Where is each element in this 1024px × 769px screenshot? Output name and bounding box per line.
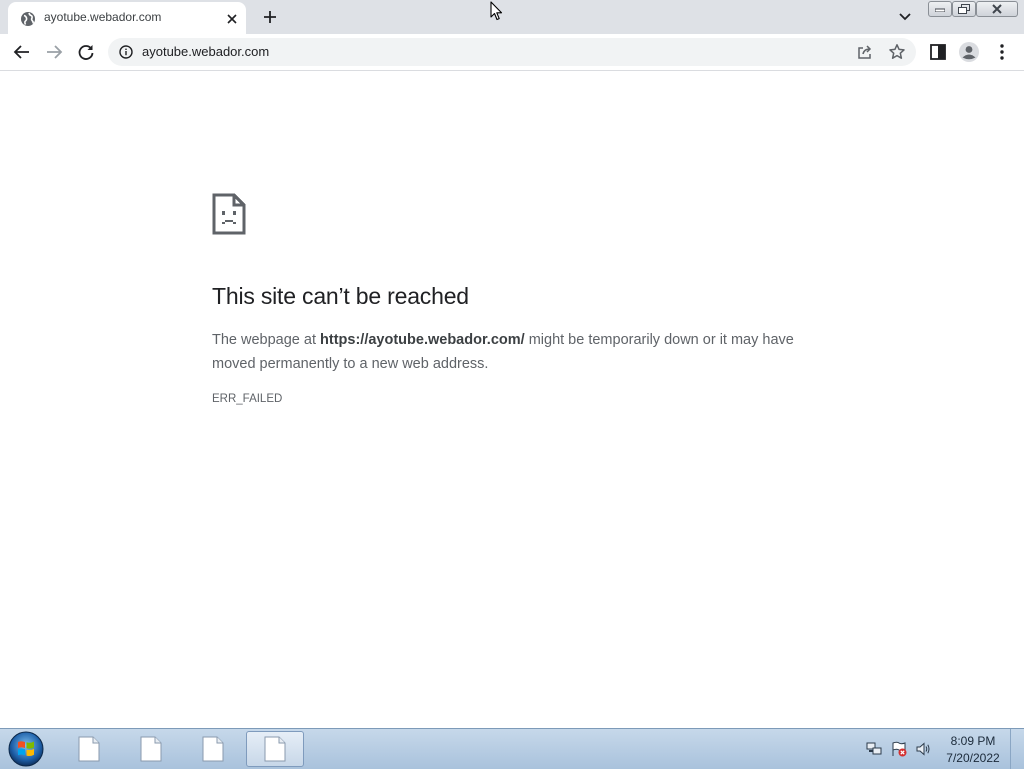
error-description: The webpage at https://ayotube.webador.c… [212,328,812,376]
taskbar-item-active[interactable] [246,731,304,767]
error-url: https://ayotube.webador.com/ [320,332,525,348]
kebab-menu-icon[interactable] [990,40,1014,64]
document-icon [78,736,100,762]
reload-icon[interactable] [74,40,98,64]
restore-button[interactable] [952,1,976,17]
arrow-right-icon[interactable] [42,40,66,64]
document-icon [202,736,224,762]
browser-toolbar: ayotube.webador.com [0,34,1024,71]
tab-title: ayotube.webador.com [44,10,162,24]
address-bar-url[interactable]: ayotube.webador.com [142,44,269,59]
document-icon [140,736,162,762]
minimize-button[interactable] [928,1,952,17]
close-window-button[interactable] [976,1,1018,17]
error-description-prefix: The webpage at [212,332,321,348]
error-heading: This site can’t be reached [212,283,469,309]
side-panel-icon[interactable] [926,40,950,64]
plus-icon[interactable] [258,5,282,29]
speaker-icon[interactable] [915,741,931,757]
chevron-down-icon[interactable] [895,8,915,26]
error-code: ERR_FAILED [212,393,283,405]
error-page: This site can’t be reached The webpage a… [0,71,1024,728]
browser-tab[interactable]: ayotube.webador.com [8,2,246,34]
network-icon[interactable] [866,741,882,757]
show-desktop-button[interactable] [1010,729,1024,769]
close-icon [992,4,1002,14]
taskbar-item[interactable] [122,731,180,767]
start-button[interactable] [6,730,46,768]
clock-date[interactable]: 7/20/2022 [940,751,1006,765]
clock-time[interactable]: 8:09 PM [946,734,1000,748]
action-center-flag-icon[interactable] [891,741,907,757]
restore-icon [958,4,970,14]
taskbar-item[interactable] [184,731,242,767]
mouse-cursor-icon [490,1,503,21]
sad-page-icon [212,193,246,235]
tab-strip: ayotube.webador.com [0,0,1024,34]
minimize-icon [935,8,945,12]
globe-icon [21,12,35,26]
arrow-left-icon[interactable] [10,40,34,64]
profile-icon[interactable] [957,40,981,64]
share-icon[interactable] [856,43,874,61]
windows-taskbar: 8:09 PM 7/20/2022 [0,728,1024,769]
star-icon[interactable] [888,43,906,61]
info-icon[interactable] [119,45,133,59]
document-icon [264,736,286,762]
address-bar[interactable]: ayotube.webador.com [108,38,916,66]
taskbar-item[interactable] [60,731,118,767]
close-icon[interactable] [224,11,240,27]
